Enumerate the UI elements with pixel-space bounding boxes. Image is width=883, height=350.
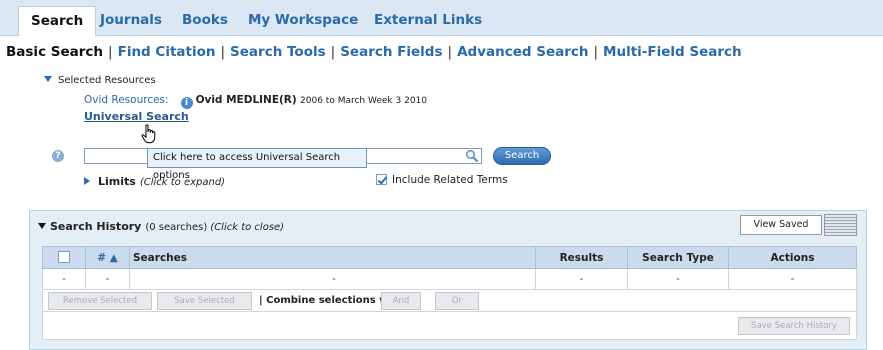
collapse-arrow-icon (44, 76, 52, 82)
search-history-title: Search History (50, 220, 142, 233)
row-checkbox-cell: - (42, 268, 86, 290)
limits-hint: (Click to expand) (139, 177, 226, 188)
collapse-arrow-icon (38, 223, 46, 229)
view-toggle-icon[interactable] (824, 214, 857, 236)
combine-and-button[interactable]: And (381, 292, 421, 310)
info-icon[interactable]: i (180, 97, 193, 109)
subnav-search-tools[interactable]: Search Tools (230, 44, 326, 60)
select-all-cell (42, 246, 86, 269)
save-search-history-button[interactable]: Save Search History (738, 317, 850, 335)
history-actions-row: Remove Selected Save Selected | Combine … (42, 290, 857, 312)
subnav-find-citation[interactable]: Find Citation (118, 44, 216, 60)
table-header-row: # ▲ Searches Results Search Type Actions (42, 246, 857, 269)
universal-search-link[interactable]: Universal Search (84, 110, 189, 123)
tab-my-workspace[interactable]: My Workspace (236, 6, 370, 36)
ovid-resources-label: Ovid Resources: (84, 94, 169, 106)
row-search-type-cell: - (627, 268, 729, 290)
subnav-search-fields[interactable]: Search Fields (340, 44, 442, 60)
search-mode-nav: Basic Search | Find Citation | Search Tools |… (6, 44, 742, 60)
row-number-cell: - (85, 268, 130, 290)
database-name: Ovid MEDLINE(R) (195, 94, 297, 106)
search-icon[interactable] (465, 149, 479, 163)
remove-selected-button[interactable]: Remove Selected (48, 292, 152, 310)
selected-resources-heading: Selected Resources (58, 75, 156, 86)
save-history-row: Save Search History (42, 312, 857, 340)
select-all-checkbox[interactable] (58, 251, 70, 263)
include-related-terms[interactable]: Include Related Terms (376, 174, 508, 186)
limits-label: Limits (98, 175, 136, 188)
column-results: Results (535, 246, 628, 269)
search-history-table: # ▲ Searches Results Search Type Actions… (42, 246, 857, 290)
tab-books[interactable]: Books (170, 6, 240, 36)
hand-pointer-icon (141, 124, 156, 144)
search-history-panel: Search History (0 searches) (Click to clos… (29, 210, 867, 350)
subnav-basic-search[interactable]: Basic Search (6, 44, 103, 60)
subnav-advanced-search[interactable]: Advanced Search (457, 44, 588, 60)
database-range: 2006 to March Week 3 2010 (300, 96, 427, 106)
view-saved-button[interactable]: View Saved (740, 215, 822, 235)
column-number[interactable]: # ▲ (85, 246, 130, 269)
row-search-cell: - (129, 268, 536, 290)
close-hint: (Click to close) (210, 222, 285, 233)
universal-search-tooltip: Click here to access Universal Search op… (147, 148, 367, 181)
table-row: - - - - - - (42, 268, 857, 290)
subnav-separator: | (220, 44, 226, 60)
column-search-type: Search Type (627, 246, 729, 269)
row-results-cell: - (535, 268, 628, 290)
subnav-separator: | (108, 44, 113, 60)
subnav-multi-field-search[interactable]: Multi-Field Search (603, 44, 742, 60)
column-actions: Actions (728, 246, 857, 269)
tab-external-links[interactable]: External Links (362, 6, 494, 36)
subnav-separator: | (447, 44, 453, 60)
search-history-toggle[interactable]: Search History (0 searches) (Click to clos… (38, 220, 284, 233)
search-button[interactable]: Search (493, 147, 551, 165)
include-related-label: Include Related Terms (392, 174, 508, 186)
expand-arrow-icon (84, 177, 90, 185)
selected-resources-toggle[interactable]: Selected Resources (44, 75, 156, 86)
help-icon[interactable]: ? (52, 150, 64, 162)
include-related-checkbox[interactable] (376, 174, 387, 185)
tab-journals[interactable]: Journals (88, 6, 174, 36)
combine-or-button[interactable]: Or (435, 292, 479, 310)
row-actions-cell: - (728, 268, 857, 290)
subnav-separator: | (593, 44, 599, 60)
search-count: (0 searches) (145, 222, 208, 233)
ovid-resources-row: Ovid Resources: i Ovid MEDLINE(R) 2006 to … (84, 94, 427, 109)
tab-search[interactable]: Search (18, 6, 97, 37)
top-navigation: Search Journals Books My Workspace Exter… (0, 0, 883, 37)
column-searches: Searches (129, 246, 536, 269)
save-selected-button[interactable]: Save Selected (157, 292, 252, 310)
limits-toggle[interactable]: Limits (Click to expand) (84, 175, 225, 188)
search-history-header: Search History (0 searches) (Click to clos… (30, 211, 866, 239)
subnav-separator: | (330, 44, 336, 60)
